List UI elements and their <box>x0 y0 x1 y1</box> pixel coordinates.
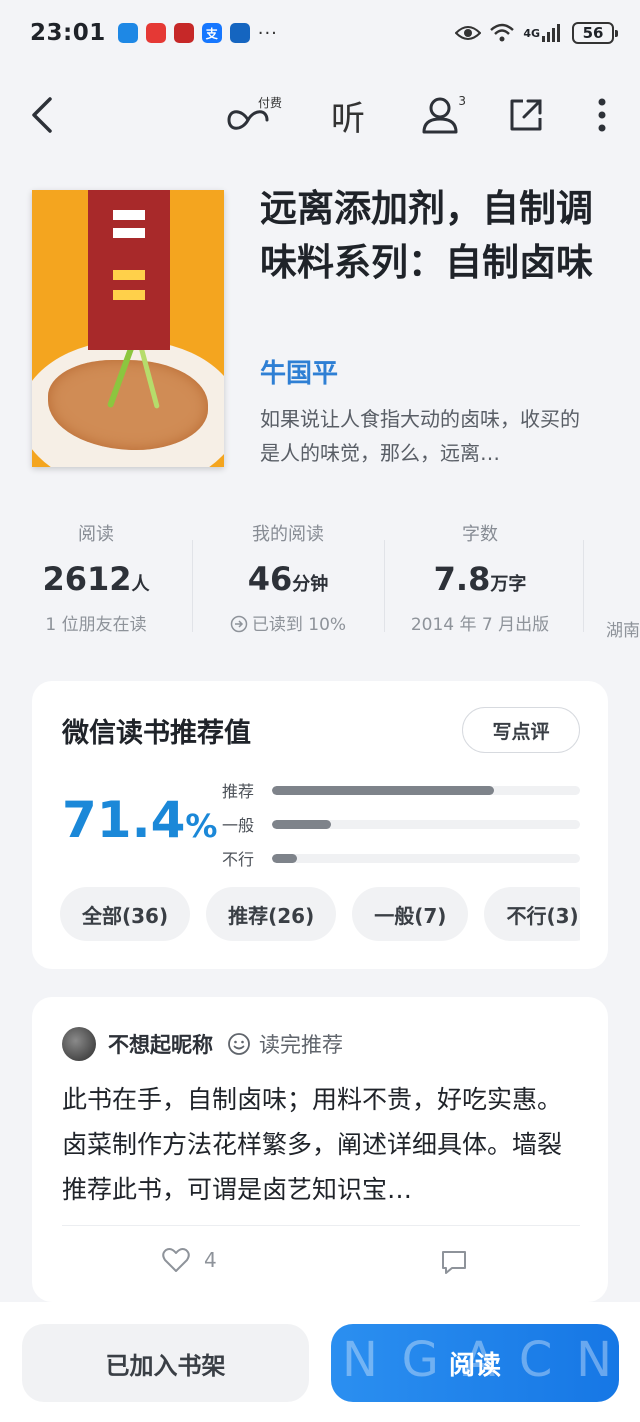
bottom-action-bar: 已加入书架 阅读 <box>0 1302 640 1422</box>
status-right: 4G 56 <box>455 22 618 44</box>
review-card[interactable]: 不想起昵称 读完推荐 此书在手，自制卤味；用料不贵，好吃实惠。卤菜制作方法花样繁… <box>32 997 608 1302</box>
stat-value: 2612人 <box>42 560 150 598</box>
chat-app-icon <box>117 23 138 43</box>
comment-button[interactable] <box>440 1249 468 1279</box>
heart-icon <box>162 1248 190 1272</box>
stat-value: 7.8万字 <box>433 560 527 598</box>
status-time: 23:01 <box>30 20 106 46</box>
badge-label: 读完推荐 <box>259 1033 343 1057</box>
stat-sub: 1 位朋友在读 <box>45 615 147 635</box>
stat-value: 46分钟 <box>247 560 329 598</box>
back-button[interactable] <box>20 80 64 150</box>
like-count: 4 <box>204 1248 217 1272</box>
top-toolbar: 付费 听 3 <box>0 80 640 150</box>
stat-word-count[interactable]: 字数 7.8万字 2014 年 7 月出版 <box>384 520 576 635</box>
arrow-circle-icon <box>230 615 248 633</box>
wifi-icon <box>490 23 515 42</box>
bar-label: 不行 <box>222 850 255 869</box>
weibo-icon <box>145 23 166 43</box>
book-description[interactable]: 如果说让人食指大动的卤味，收买的是人的味觉，那么，远离… <box>260 402 590 470</box>
rating-card: 微信读书推荐值 写点评 71.4% 推荐 一般 不行 全部(36) 推荐(26)… <box>32 681 608 969</box>
comment-icon <box>442 1251 466 1274</box>
paid-button[interactable]: 付费 <box>212 80 284 150</box>
review-header: 不想起昵称 读完推荐 <box>62 1027 343 1061</box>
bar-fill <box>272 819 331 829</box>
more-button[interactable] <box>584 80 620 150</box>
friends-button[interactable]: 3 <box>412 80 468 150</box>
chip-all[interactable]: 全部(36) <box>60 887 191 941</box>
cover-title-band <box>88 190 170 350</box>
stat-publisher[interactable]: 湖南 <box>606 520 640 641</box>
rating-bars: 推荐 一般 不行 <box>222 773 580 875</box>
chip-average[interactable]: 一般(7) <box>352 887 469 941</box>
more-notifications: ··· <box>257 22 278 44</box>
review-text[interactable]: 此书在手，自制卤味；用料不贵，好吃实惠。卤菜制作方法花样繁多，阐述详细具体。墙裂… <box>62 1077 582 1212</box>
reviewer-name[interactable]: 不想起昵称 <box>108 1029 213 1059</box>
book-cover[interactable] <box>32 190 224 467</box>
compass-app-icon <box>229 23 250 43</box>
stat-sub: 已读到 10% <box>192 610 384 635</box>
bar-track <box>272 853 580 863</box>
rating-title: 微信读书推荐值 <box>62 718 251 749</box>
stat-label: 我的阅读 <box>252 524 324 545</box>
status-bar: 23:01 支 ··· 4G 56 <box>0 0 640 66</box>
like-button[interactable]: 4 <box>162 1247 217 1273</box>
chip-recommend[interactable]: 推荐(26) <box>206 887 337 941</box>
bar-track <box>272 819 580 829</box>
rating-bar-row: 推荐 <box>222 773 580 807</box>
stat-my-reading[interactable]: 我的阅读 46分钟 已读到 10% <box>192 520 384 635</box>
more-vertical-icon <box>598 98 606 132</box>
back-icon <box>32 97 52 133</box>
notification-icons: 支 ··· <box>117 22 278 44</box>
avatar[interactable] <box>62 1027 96 1061</box>
recommend-score: 71.4% <box>62 791 218 849</box>
rating-bar-row: 一般 <box>222 807 580 841</box>
book-stats: 阅读 2612人 1 位朋友在读 我的阅读 46分钟 已读到 10% 字数 7.… <box>0 520 640 641</box>
bar-label: 一般 <box>222 816 255 835</box>
bar-track <box>272 785 580 795</box>
book-app-icon <box>173 23 194 43</box>
review-badge: 读完推荐 <box>227 1029 343 1059</box>
smile-icon <box>228 1033 250 1055</box>
book-title: 远离添加剂，自制调味料系列：自制卤味 <box>260 187 593 284</box>
bar-fill <box>272 853 297 863</box>
stat-label: 字数 <box>462 524 498 545</box>
alipay-icon: 支 <box>201 23 222 43</box>
chip-bad[interactable]: 不行(3) <box>484 887 580 941</box>
share-icon <box>510 99 542 131</box>
stat-sub: 湖南 <box>606 621 640 641</box>
rating-bar-row: 不行 <box>222 841 580 875</box>
network-label: 4G <box>523 26 540 40</box>
write-review-button[interactable]: 写点评 <box>462 707 580 753</box>
book-author[interactable]: 牛国平 <box>260 353 338 390</box>
stat-label: 阅读 <box>78 524 114 545</box>
cover-title-art <box>113 210 145 300</box>
stat-readers[interactable]: 阅读 2612人 1 位朋友在读 <box>0 520 192 635</box>
friends-count: 3 <box>458 94 466 108</box>
added-to-shelf-button[interactable]: 已加入书架 <box>22 1324 309 1402</box>
rating-filter-chips: 全部(36) 推荐(26) 一般(7) 不行(3) <box>60 887 580 941</box>
signal-icon <box>542 24 560 42</box>
bar-fill <box>272 785 494 795</box>
battery-icon: 56 <box>572 22 618 44</box>
share-button[interactable] <box>504 80 548 150</box>
paid-label: 付费 <box>257 96 282 110</box>
divider <box>62 1225 580 1226</box>
person-icon <box>422 97 458 134</box>
stat-sub: 2014 年 7 月出版 <box>410 615 550 635</box>
listen-button[interactable]: 听 <box>326 80 370 150</box>
bar-label: 推荐 <box>222 782 255 801</box>
listen-label: 听 <box>331 98 365 139</box>
divider <box>583 540 584 632</box>
eye-icon <box>455 26 482 40</box>
read-button[interactable]: 阅读 <box>331 1324 619 1402</box>
